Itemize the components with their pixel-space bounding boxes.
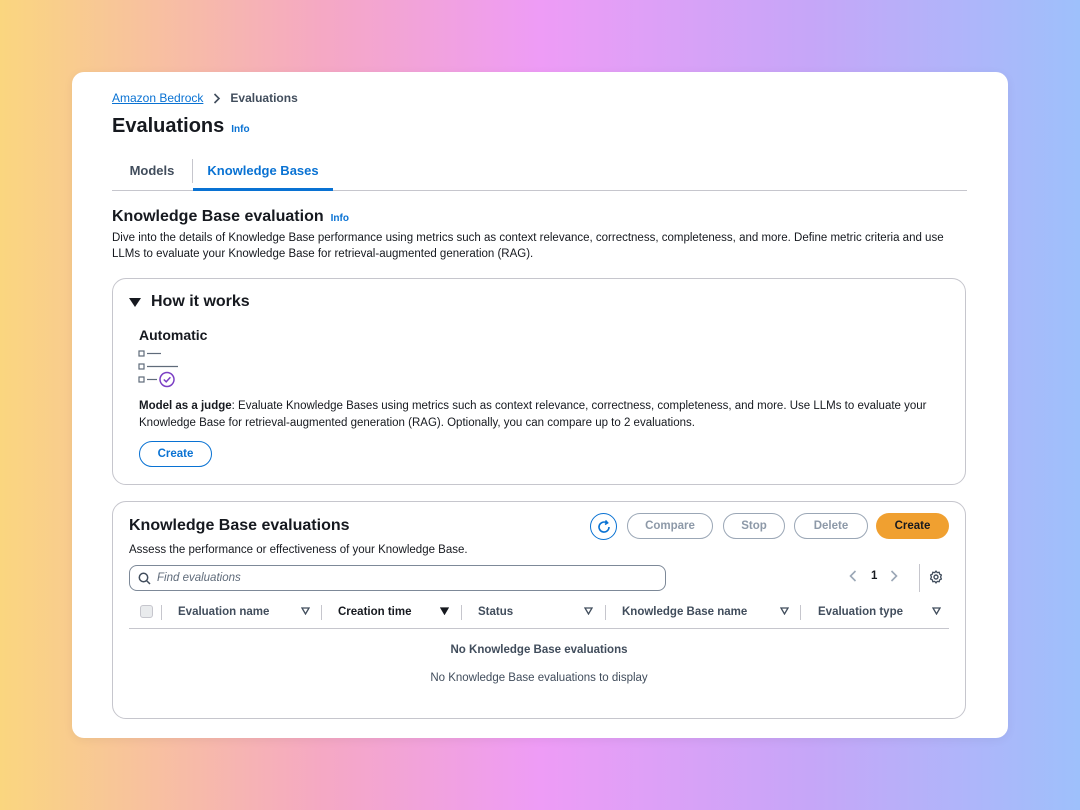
evaluations-description: Assess the performance or effectiveness … [129,544,468,556]
compare-button[interactable]: Compare [627,513,713,539]
column-header-status[interactable]: Status [478,602,513,622]
evaluations-title: Knowledge Base evaluations [129,517,350,534]
sort-icon[interactable] [780,607,789,615]
caret-down-icon [129,297,141,307]
sort-icon[interactable] [301,607,310,615]
search-box [129,565,666,591]
column-header-creation-time[interactable]: Creation time [338,602,412,622]
pagination: 1 [849,570,899,582]
automatic-title: Automatic [139,327,208,343]
empty-state-title: No Knowledge Base evaluations [450,644,628,656]
select-all-checkbox[interactable] [140,605,153,618]
tab-models[interactable]: Models [112,158,192,191]
pager-divider [919,564,920,592]
column-separator [161,605,162,620]
column-header-knowledge-base-name[interactable]: Knowledge Base name [622,602,747,622]
empty-state-description: No Knowledge Base evaluations to display [430,672,648,684]
column-separator [800,605,801,620]
page-info-link[interactable]: Info [231,124,249,135]
how-it-works-description: Model as a judge: Evaluate Knowledge Bas… [139,398,949,431]
page-number[interactable]: 1 [871,570,877,582]
chevron-left-icon[interactable] [849,570,857,582]
column-separator [605,605,606,620]
breadcrumb: Amazon Bedrock Evaluations [112,91,298,105]
breadcrumb-link-bedrock[interactable]: Amazon Bedrock [112,91,203,105]
refresh-icon [597,519,610,533]
column-header-evaluation-name[interactable]: Evaluation name [178,602,269,622]
how-it-works-toggle[interactable]: How it works [129,293,250,311]
main-card: Amazon Bedrock Evaluations Evaluations I… [72,72,1008,738]
evaluations-panel: Knowledge Base evaluations Assess the pe… [112,501,966,719]
chevron-right-icon [213,92,221,104]
create-evaluation-button[interactable]: Create [876,513,949,539]
tab-knowledge-bases[interactable]: Knowledge Bases [193,158,333,191]
tab-bar: Models Knowledge Bases [112,158,967,191]
column-separator [461,605,462,620]
kb-section-title: Knowledge Base evaluation [112,208,324,225]
table-header: Evaluation name Creation time Status Kno… [129,602,949,629]
page-title: Evaluations [112,115,225,137]
checklist-icon [138,348,182,393]
how-it-works-header: How it works [151,293,250,310]
delete-button[interactable]: Delete [794,513,868,539]
refresh-button[interactable] [590,513,617,540]
page-title-row: Evaluations Info [112,115,250,138]
column-header-evaluation-type[interactable]: Evaluation type [818,602,903,622]
how-it-works-create-button[interactable]: Create [139,441,212,467]
stop-button[interactable]: Stop [723,513,785,539]
gear-icon[interactable] [929,570,943,589]
chevron-right-icon[interactable] [890,570,899,582]
search-input[interactable] [157,572,637,584]
desc-bold-label: Model as a judge [139,400,232,412]
column-separator [321,605,322,620]
kb-section-title-row: Knowledge Base evaluation Info [112,208,349,226]
desc-text: : Evaluate Knowledge Bases using metrics… [139,400,927,429]
kb-section-description: Dive into the details of Knowledge Base … [112,232,944,260]
kb-section-info-link[interactable]: Info [331,213,349,224]
breadcrumb-current: Evaluations [230,91,298,105]
search-icon [138,572,151,585]
how-it-works-panel: How it works Automatic Model as a judge:… [112,278,966,485]
sort-icon[interactable] [584,607,593,615]
sort-descending-icon[interactable] [440,607,449,615]
sort-icon[interactable] [932,607,941,615]
